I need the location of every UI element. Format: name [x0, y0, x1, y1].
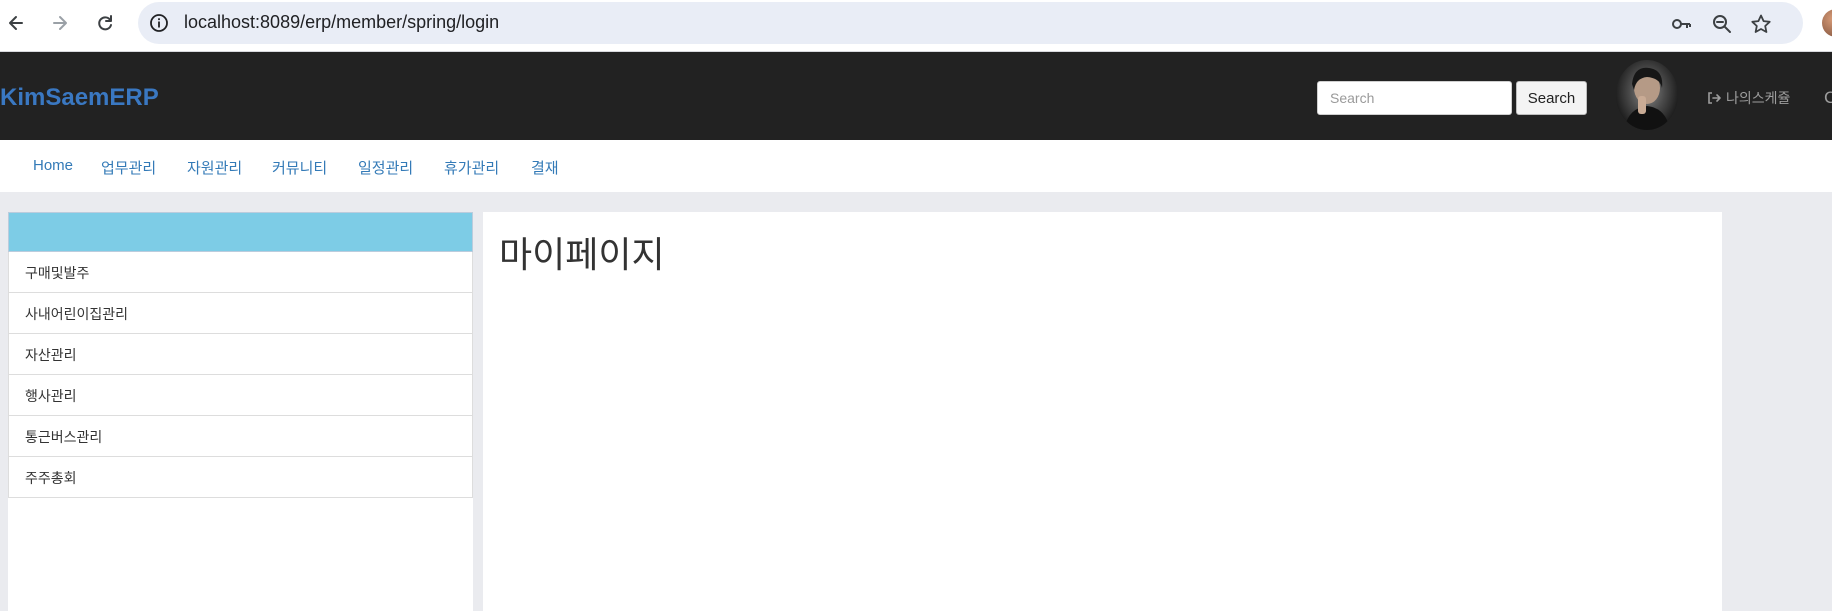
sidebar-item-daycare[interactable]: 사내어린이집관리 [8, 293, 473, 334]
address-bar[interactable]: localhost:8089/erp/member/spring/login [138, 2, 1803, 44]
my-schedule-label: 나의스케쥴 [1726, 91, 1791, 107]
info-icon[interactable] [149, 13, 169, 33]
user-avatar[interactable] [1616, 60, 1678, 130]
menu-item-schedule[interactable]: 일정관리 [358, 157, 413, 178]
menu-item-community[interactable]: 커뮤니티 [272, 157, 327, 178]
forward-button[interactable] [45, 8, 75, 38]
site-header: KimSaemERP Search 나의스케쥴 C [0, 52, 1832, 140]
main-menu: Home 업무관리 자원관리 커뮤니티 일정관리 휴가관리 결재 [0, 140, 1832, 192]
zoom-out-icon[interactable] [1711, 13, 1733, 35]
sidebar-header [8, 212, 473, 252]
sidebar-item-events[interactable]: 행사관리 [8, 375, 473, 416]
search-input[interactable] [1317, 81, 1512, 115]
menu-item-home[interactable]: Home [33, 157, 73, 174]
search-button[interactable]: Search [1516, 81, 1587, 115]
arrow-left-icon [9, 16, 23, 30]
sidebar-item-purchase[interactable]: 구매및발주 [8, 252, 473, 293]
brand-logo[interactable]: KimSaemERP [0, 84, 159, 112]
sidebar-item-assets[interactable]: 자산관리 [8, 334, 473, 375]
sign-out-icon [1708, 92, 1721, 104]
menu-item-resources[interactable]: 자원관리 [187, 157, 242, 178]
truncated-link[interactable]: C [1824, 88, 1832, 107]
sidebar-item-shuttle-bus[interactable]: 통근버스관리 [8, 416, 473, 457]
main-content: 마이페이지 [483, 212, 1722, 611]
my-schedule-link[interactable]: 나의스케쥴 [1706, 88, 1790, 108]
arrow-right-icon [53, 16, 67, 30]
portrait-image [1624, 67, 1670, 130]
reload-icon [98, 15, 112, 31]
sidebar-item-shareholders-meeting[interactable]: 주주총회 [8, 457, 473, 498]
browser-profile-avatar[interactable] [1822, 9, 1832, 37]
reload-button[interactable] [90, 8, 120, 38]
page-title: 마이페이지 [499, 235, 665, 276]
back-button[interactable] [1, 8, 31, 38]
menu-item-work[interactable]: 업무관리 [101, 157, 156, 178]
menu-item-vacation[interactable]: 휴가관리 [444, 157, 499, 178]
menu-item-approval[interactable]: 결재 [531, 157, 559, 178]
browser-toolbar: localhost:8089/erp/member/spring/login [0, 0, 1832, 52]
url-text[interactable]: localhost:8089/erp/member/spring/login [184, 12, 499, 33]
sidebar: 구매및발주 사내어린이집관리 자산관리 행사관리 통근버스관리 주주총회 [8, 212, 473, 611]
star-icon[interactable] [1750, 13, 1772, 35]
key-icon[interactable] [1670, 13, 1692, 35]
